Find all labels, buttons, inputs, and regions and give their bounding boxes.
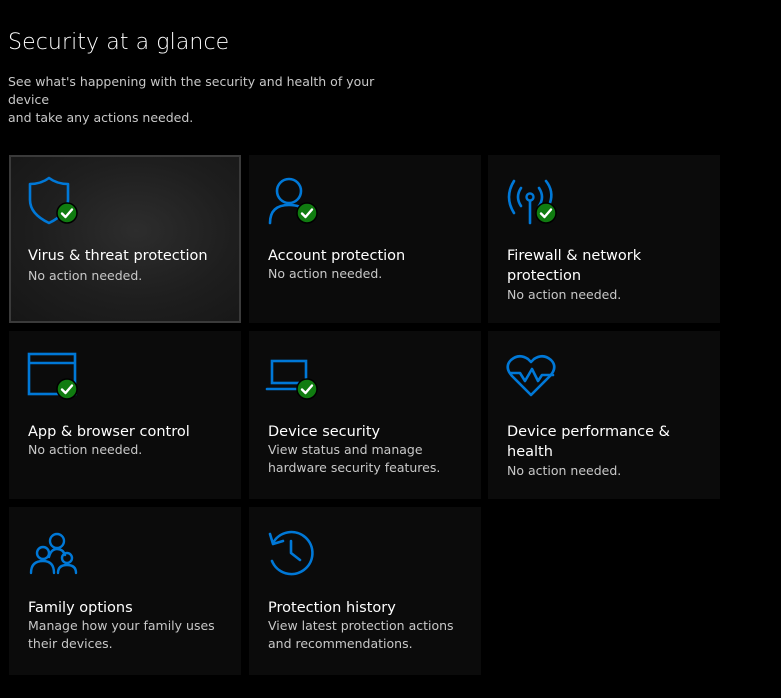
checkmark-badge-icon [56, 378, 78, 400]
tile-status: No action needed. [507, 463, 622, 478]
tile-title: Account protection [268, 248, 406, 264]
tile-title: Protection history [268, 600, 396, 616]
tile-status: No action needed. [28, 442, 143, 457]
subtitle-line: and take any actions needed. [8, 110, 194, 125]
tile-status-line: and recommendations. [268, 636, 413, 651]
tile-firewall-network-protection[interactable]: Firewall & network protection No action … [488, 155, 720, 323]
tile-app-browser-control[interactable]: App & browser control No action needed. [9, 331, 241, 499]
tile-title: App & browser control [28, 424, 190, 440]
checkmark-badge-icon [296, 202, 318, 224]
checkmark-badge-icon [56, 202, 78, 224]
tile-status-line: View status and manage [268, 442, 423, 457]
tile-device-security[interactable]: Device security View status and manage h… [249, 331, 481, 499]
tile-title-line: protection [507, 268, 582, 284]
tile-status: No action needed. [28, 268, 143, 283]
tile-status: No action needed. [507, 287, 622, 302]
tile-title-line: Device performance & [507, 424, 670, 440]
wifi-antenna-icon [506, 175, 562, 227]
tile-status: View latest protection actions and recom… [268, 617, 468, 653]
tile-title-line: Firewall & network [507, 248, 642, 264]
tile-virus-threat-protection[interactable]: Virus & threat protection No action need… [9, 155, 241, 323]
tile-account-protection[interactable]: Account protection No action needed. [249, 155, 481, 323]
tile-status: Manage how your family uses their device… [28, 617, 228, 653]
tile-protection-history[interactable]: Protection history View latest protectio… [249, 507, 481, 675]
checkmark-badge-icon [535, 202, 557, 224]
tile-status-line: Manage how your family uses [28, 618, 215, 633]
person-icon [267, 175, 323, 227]
tile-status: No action needed. [268, 266, 383, 281]
tile-title: Family options [28, 600, 133, 616]
tile-title: Firewall & network protection [507, 246, 707, 286]
tile-status-line: their devices. [28, 636, 113, 651]
tile-title: Device performance & health [507, 422, 707, 462]
heart-pulse-icon [506, 351, 562, 403]
subtitle-line: See what's happening with the security a… [8, 74, 375, 107]
shield-icon [27, 175, 83, 227]
tile-title-line: health [507, 444, 553, 460]
tile-title: Device security [268, 424, 381, 440]
checkmark-badge-icon [296, 378, 318, 400]
browser-window-icon [27, 351, 83, 403]
tile-title: Virus & threat protection [28, 248, 208, 264]
page-subtitle: See what's happening with the security a… [8, 73, 408, 127]
page-title: Security at a glance [8, 30, 230, 55]
family-icon [27, 527, 83, 579]
security-at-a-glance-page: Security at a glance See what's happenin… [0, 0, 781, 698]
laptop-icon [265, 351, 323, 403]
tile-device-performance-health[interactable]: Device performance & health No action ne… [488, 331, 720, 499]
history-clock-icon [267, 527, 323, 579]
tile-status-line: View latest protection actions [268, 618, 454, 633]
tile-status-line: hardware security features. [268, 460, 441, 475]
tile-status: View status and manage hardware security… [268, 441, 468, 477]
tile-family-options[interactable]: Family options Manage how your family us… [9, 507, 241, 675]
